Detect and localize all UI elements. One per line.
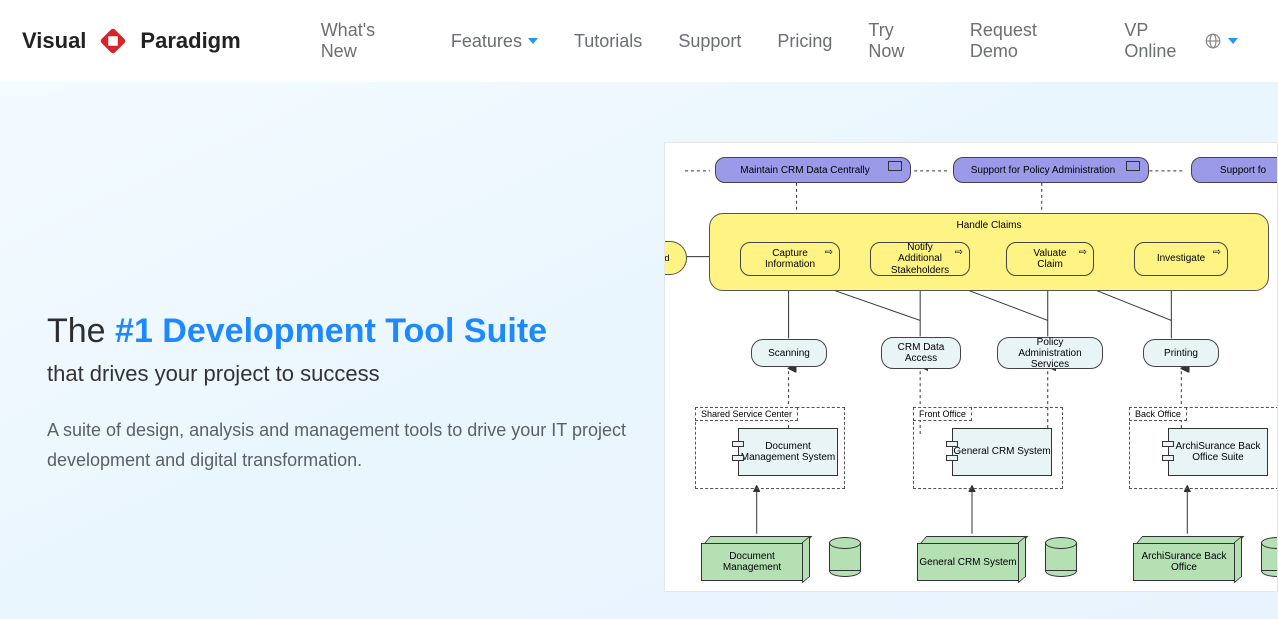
brand-diamond-icon xyxy=(94,22,132,60)
group-back-office: Back Office ArchiSurance Back Office Sui… xyxy=(1129,407,1278,489)
group-front-office: Front Office General CRM System xyxy=(913,407,1063,489)
nav-vp-online[interactable]: VP Online xyxy=(1124,20,1204,62)
hero-title: The #1 Development Tool Suite xyxy=(47,310,647,353)
language-switcher[interactable] xyxy=(1204,32,1238,50)
hero-diagram: Maintain CRM Data Centrally Support for … xyxy=(664,142,1278,592)
goal-policy-admin: Support for Policy Administration xyxy=(953,157,1149,183)
nav-whats-new[interactable]: What's New xyxy=(321,20,415,62)
process-valuate-claim: Valuate Claim⇨ xyxy=(1006,242,1094,276)
nav-tutorials[interactable]: Tutorials xyxy=(574,31,642,52)
nav-support[interactable]: Support xyxy=(678,31,741,52)
nav-pricing[interactable]: Pricing xyxy=(777,31,832,52)
nav-try-now[interactable]: Try Now xyxy=(868,20,933,62)
service-crm-data-access: CRM Data Access xyxy=(881,337,961,369)
process-capture-info: Capture Information⇨ xyxy=(740,242,840,276)
disk-icon xyxy=(829,537,861,577)
chevron-down-icon xyxy=(1228,38,1238,44)
process-notify-stakeholders: Notify Additional Stakeholders⇨ xyxy=(870,242,970,276)
top-nav: Visual Paradigm What's New Features Tuto… xyxy=(0,0,1278,82)
process-investigate: Investigate⇨ xyxy=(1134,242,1228,276)
process-container: Handle Claims Capture Information⇨ Notif… xyxy=(709,213,1269,291)
hero-section: The #1 Development Tool Suite that drive… xyxy=(0,82,1278,619)
brand-word-right: Paradigm xyxy=(140,28,240,53)
nav-request-demo[interactable]: Request Demo xyxy=(970,20,1088,62)
start-event: ved xyxy=(664,241,687,275)
brand-word-left: Visual xyxy=(22,28,86,53)
hero-copy: The #1 Development Tool Suite that drive… xyxy=(47,310,647,476)
brand-logo[interactable]: Visual Paradigm xyxy=(22,22,241,60)
service-policy-admin: Policy Administration Services xyxy=(997,337,1103,369)
nav-features[interactable]: Features xyxy=(451,31,538,52)
service-printing: Printing xyxy=(1143,339,1219,367)
globe-icon xyxy=(1204,32,1222,50)
component-general-crm: General CRM System xyxy=(952,428,1052,476)
node-document-management: Document Management xyxy=(701,535,811,581)
hero-subtitle: that drives your project to success xyxy=(47,361,647,387)
group-shared-service-center: Shared Service Center Document Managemen… xyxy=(695,407,845,489)
primary-nav: What's New Features Tutorials Support Pr… xyxy=(321,20,1204,62)
chevron-down-icon xyxy=(528,38,538,44)
node-general-crm: General CRM System xyxy=(917,535,1027,581)
process-container-label: Handle Claims xyxy=(710,220,1268,231)
goal-maintain-crm: Maintain CRM Data Centrally xyxy=(715,157,911,183)
disk-icon xyxy=(1045,537,1077,577)
service-scanning: Scanning xyxy=(751,339,827,367)
hero-body: A suite of design, analysis and manageme… xyxy=(47,415,647,476)
goal-support-partial: Support fo xyxy=(1191,157,1278,183)
component-archisurance-suite: ArchiSurance Back Office Suite xyxy=(1168,428,1268,476)
diagram-connectors xyxy=(665,143,1277,592)
node-archisurance-back-office: ArchiSurance Back Office xyxy=(1133,535,1243,581)
disk-icon xyxy=(1261,537,1278,577)
component-dms: Document Management System xyxy=(738,428,838,476)
